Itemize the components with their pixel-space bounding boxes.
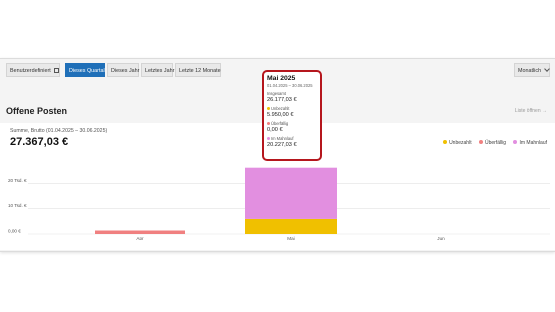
kpi-label: Summe, Brutto (01.04.2025 – 30.06.2025) bbox=[10, 128, 108, 134]
tooltip-value: 26.177,03 € bbox=[267, 97, 297, 103]
chart-tooltip: Mai 2025 01.04.2025 – 30.06.2025 Insgesa… bbox=[262, 70, 322, 161]
tooltip-dot bbox=[267, 122, 270, 125]
legend-item-ueberfaellig[interactable]: Überfällig bbox=[478, 140, 507, 146]
stacked-bar-chart: 0,00 € 10 Tsd. € 20 Tsd. € Apr Mai Jun bbox=[8, 167, 550, 240]
tooltip-row-mahnlauf: Im Mahnlauf 20.227,03 € bbox=[267, 136, 317, 148]
legend-item-unbezahlt[interactable]: Unbezahlt bbox=[443, 140, 472, 146]
bar-mai-unbezahlt bbox=[245, 218, 337, 234]
tooltip-label: Unbezahlt bbox=[271, 106, 290, 111]
calendar-icon bbox=[53, 68, 59, 73]
interval-select-value: Monatlich bbox=[518, 68, 542, 74]
tooltip-value: 20.227,03 € bbox=[267, 142, 297, 148]
bar-apr-überfällig bbox=[95, 230, 185, 234]
period-button-last-year[interactable]: Letztes Jahr bbox=[141, 63, 174, 77]
custom-period-button[interactable]: Benutzerdefiniert bbox=[6, 63, 60, 77]
x-tick-label: Mai bbox=[287, 236, 294, 240]
custom-period-label: Benutzerdefiniert bbox=[10, 68, 51, 74]
chart-legend: Unbezahlt Überfällig Im Mahnlauf bbox=[437, 140, 547, 146]
tooltip-label: Überfällig bbox=[271, 121, 289, 126]
tooltip-title: Mai 2025 bbox=[267, 75, 296, 82]
y-tick-label: 0,00 € bbox=[8, 229, 21, 234]
legend-label: Unbezahlt bbox=[449, 140, 472, 146]
y-tick-label: 10 Tsd. € bbox=[8, 203, 27, 208]
legend-item-mahnlauf[interactable]: Im Mahnlauf bbox=[513, 140, 547, 146]
legend-label: Überfällig bbox=[484, 140, 507, 146]
tooltip-label: Insgesamt bbox=[267, 91, 286, 96]
legend-dot bbox=[443, 140, 448, 144]
tooltip-row-ueberfaellig: Überfällig 0,00 € bbox=[267, 121, 317, 133]
open-list-link[interactable]: Liste öffnen → bbox=[515, 108, 547, 114]
period-button-this-year[interactable]: Dieses Jahr bbox=[107, 63, 139, 77]
tooltip-row-unbezahlt: Unbezahlt 5.950,00 € bbox=[267, 106, 317, 118]
period-button-this-quarter[interactable]: Dieses Quartal bbox=[65, 63, 105, 77]
period-button-last-12-months[interactable]: Letzte 12 Monate bbox=[175, 63, 221, 77]
x-tick-label: Jun bbox=[437, 236, 445, 240]
bar-mai-im mahnlauf bbox=[245, 167, 337, 219]
legend-label: Im Mahnlauf bbox=[519, 140, 547, 146]
legend-dot bbox=[478, 140, 483, 144]
tooltip-label: Im Mahnlauf bbox=[271, 136, 294, 141]
tooltip-range: 01.04.2025 – 30.06.2025 bbox=[267, 83, 313, 88]
tooltip-dot bbox=[267, 137, 270, 140]
section-title: Offene Posten bbox=[6, 106, 68, 116]
tooltip-value: 0,00 € bbox=[267, 127, 283, 133]
tooltip-value: 5.950,00 € bbox=[267, 112, 294, 118]
interval-select[interactable]: Monatlich bbox=[514, 63, 550, 77]
x-tick-label: Apr bbox=[136, 236, 144, 240]
chevron-down-icon bbox=[544, 66, 550, 72]
kpi-value: 27.367,03 € bbox=[10, 136, 69, 148]
tooltip-row-total: Insgesamt 26.177,03 € bbox=[267, 91, 317, 103]
legend-dot bbox=[513, 140, 518, 144]
tooltip-dot bbox=[267, 107, 270, 110]
y-tick-label: 20 Tsd. € bbox=[8, 178, 27, 183]
